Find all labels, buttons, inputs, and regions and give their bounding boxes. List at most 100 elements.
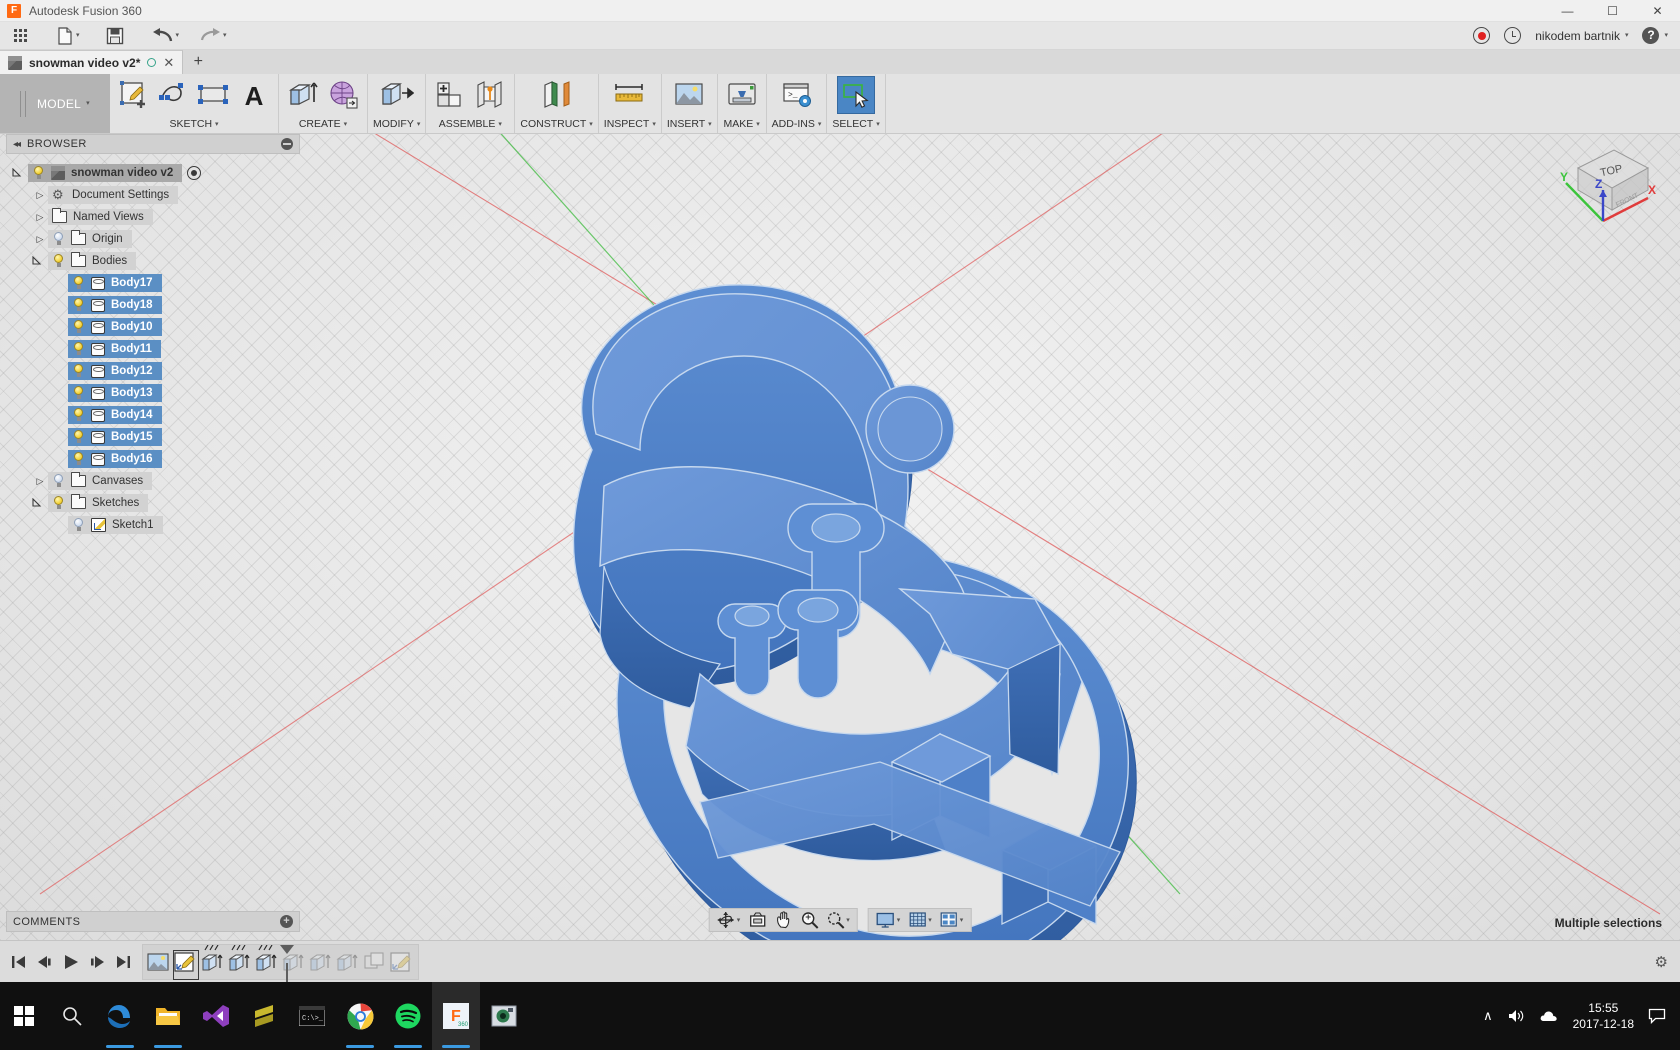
undo-button[interactable]: ▾: [146, 23, 186, 49]
spline-button[interactable]: [155, 76, 193, 114]
new-component-button[interactable]: [431, 76, 469, 114]
timeline-settings-button[interactable]: ⚙: [1655, 953, 1680, 971]
tree-item-body13[interactable]: Body13: [6, 382, 306, 404]
light-bulb-icon[interactable]: [52, 232, 65, 246]
timeline-feature-2[interactable]: [201, 944, 225, 979]
redo-button[interactable]: ▾: [193, 23, 233, 49]
user-account-menu[interactable]: nikodem bartnik ▾: [1535, 29, 1628, 43]
close-button[interactable]: ✕: [1635, 0, 1680, 22]
tree-item-pill[interactable]: Named Views: [48, 208, 153, 225]
select-window-button[interactable]: [837, 76, 876, 114]
ribbon-group-label[interactable]: SELECT ▾: [832, 116, 879, 133]
ribbon-group-label[interactable]: MAKE ▾: [724, 116, 760, 133]
ribbon-group-label[interactable]: ADD-INS ▾: [772, 116, 822, 133]
offset-plane-button[interactable]: [538, 76, 576, 114]
help-menu[interactable]: ? ▾: [1642, 27, 1668, 44]
light-bulb-icon[interactable]: [72, 518, 85, 532]
view-cube[interactable]: TOP FRONT Y X Z: [1548, 138, 1660, 242]
new-tab-button[interactable]: +: [183, 50, 213, 74]
zoom-button[interactable]: [796, 909, 822, 931]
taskbar-search-button[interactable]: [48, 982, 96, 1050]
create-sketch-button[interactable]: [115, 76, 153, 114]
3d-viewport[interactable]: ◂◂ BROWSER snowman video v2 ▷ ⚙ Document Se…: [0, 134, 1680, 940]
tree-item-pill[interactable]: Body11: [68, 340, 161, 358]
new-document-button[interactable]: ▾: [51, 23, 86, 49]
light-bulb-icon[interactable]: [72, 298, 85, 312]
chevron-right-icon[interactable]: ▷: [32, 190, 48, 201]
grid-snaps-button[interactable]: ▾: [904, 909, 936, 931]
ribbon-group-label[interactable]: CREATE ▾: [299, 116, 347, 133]
ribbon-group-label[interactable]: INSERT ▾: [667, 116, 712, 133]
play-button[interactable]: [60, 950, 82, 974]
tree-item-pill[interactable]: Sketches: [48, 494, 149, 512]
chevron-right-icon[interactable]: ▷: [32, 234, 48, 245]
viewports-button[interactable]: ▾: [936, 909, 968, 931]
chevron-right-icon[interactable]: ▷: [32, 476, 48, 487]
extrude-button[interactable]: [284, 76, 322, 114]
workspace-selector[interactable]: MODEL ▾: [0, 74, 110, 133]
tree-item-pill[interactable]: Bodies: [48, 252, 137, 270]
tree-item-snowman-video-v2[interactable]: snowman video v2: [6, 162, 306, 184]
taskbar-sublime-text-button[interactable]: [240, 982, 288, 1050]
chevron-down-icon[interactable]: [12, 168, 28, 178]
tree-item-pill[interactable]: ⚙ Document Settings: [48, 186, 179, 204]
minimize-button[interactable]: —: [1545, 0, 1590, 22]
tray-expand-button[interactable]: ∧: [1483, 1008, 1493, 1024]
timeline-feature-7[interactable]: [336, 951, 360, 979]
tree-item-pill[interactable]: Sketch1: [68, 516, 163, 534]
tree-item-sketches[interactable]: Sketches: [6, 492, 306, 514]
tree-item-body11[interactable]: Body11: [6, 338, 306, 360]
light-bulb-icon[interactable]: [52, 496, 65, 510]
comments-panel[interactable]: COMMENTS +: [6, 911, 300, 932]
taskbar-photos-button[interactable]: [480, 982, 528, 1050]
timeline-feature-9[interactable]: [390, 951, 414, 979]
tree-item-bodies[interactable]: Bodies: [6, 250, 306, 272]
timeline-feature-4[interactable]: [255, 944, 279, 979]
insert-canvas-button[interactable]: [670, 76, 708, 114]
minus-circle-icon[interactable]: [281, 138, 293, 150]
ribbon-group-label[interactable]: INSPECT ▾: [604, 116, 656, 133]
tree-item-pill[interactable]: Body17: [68, 274, 162, 292]
tree-item-pill[interactable]: Body13: [68, 384, 162, 402]
tree-item-pill[interactable]: Body18: [68, 296, 162, 314]
tree-item-pill[interactable]: Canvases: [48, 472, 153, 490]
tree-item-body12[interactable]: Body12: [6, 360, 306, 382]
timeline-feature-8[interactable]: [363, 951, 387, 979]
light-bulb-icon[interactable]: [72, 342, 85, 356]
ribbon-group-label[interactable]: SKETCH ▾: [169, 116, 218, 133]
go-to-beginning-button[interactable]: [8, 950, 30, 974]
tree-item-body17[interactable]: Body17: [6, 272, 306, 294]
light-bulb-icon[interactable]: [72, 386, 85, 400]
press-pull-button[interactable]: [378, 76, 416, 114]
rectangle-button[interactable]: [195, 76, 233, 114]
plus-circle-icon[interactable]: +: [280, 915, 293, 928]
save-button[interactable]: [100, 23, 130, 49]
taskbar-command-prompt-button[interactable]: C:\>_: [288, 982, 336, 1050]
create-form-button[interactable]: [324, 76, 362, 114]
light-bulb-icon[interactable]: [72, 430, 85, 444]
step-forward-button[interactable]: [86, 950, 108, 974]
tree-item-document-settings[interactable]: ▷ ⚙ Document Settings: [6, 184, 306, 206]
tree-item-body14[interactable]: Body14: [6, 404, 306, 426]
light-bulb-icon[interactable]: [52, 254, 65, 268]
measure-button[interactable]: [611, 76, 649, 114]
tree-item-pill[interactable]: Body15: [68, 428, 162, 446]
taskbar-fusion360-button[interactable]: F 360: [432, 982, 480, 1050]
tree-item-pill[interactable]: Body10: [68, 318, 162, 336]
timeline-rollback-marker[interactable]: [280, 944, 294, 989]
text-button[interactable]: A: [235, 76, 273, 114]
activate-component-icon[interactable]: [187, 166, 202, 180]
light-bulb-icon[interactable]: [72, 364, 85, 378]
3d-print-button[interactable]: [723, 76, 761, 114]
joint-button[interactable]: [471, 76, 509, 114]
go-to-end-button[interactable]: [112, 950, 134, 974]
chevron-down-icon[interactable]: [32, 498, 48, 508]
pan-button[interactable]: [770, 909, 796, 931]
taskbar-visual-studio-button[interactable]: [192, 982, 240, 1050]
show-data-panel-button[interactable]: [8, 23, 33, 49]
tree-item-pill[interactable]: Body12: [68, 362, 162, 380]
timeline-feature-0[interactable]: [147, 951, 171, 979]
tree-item-body16[interactable]: Body16: [6, 448, 306, 470]
timeline-feature-3[interactable]: [228, 944, 252, 979]
tree-item-body18[interactable]: Body18: [6, 294, 306, 316]
